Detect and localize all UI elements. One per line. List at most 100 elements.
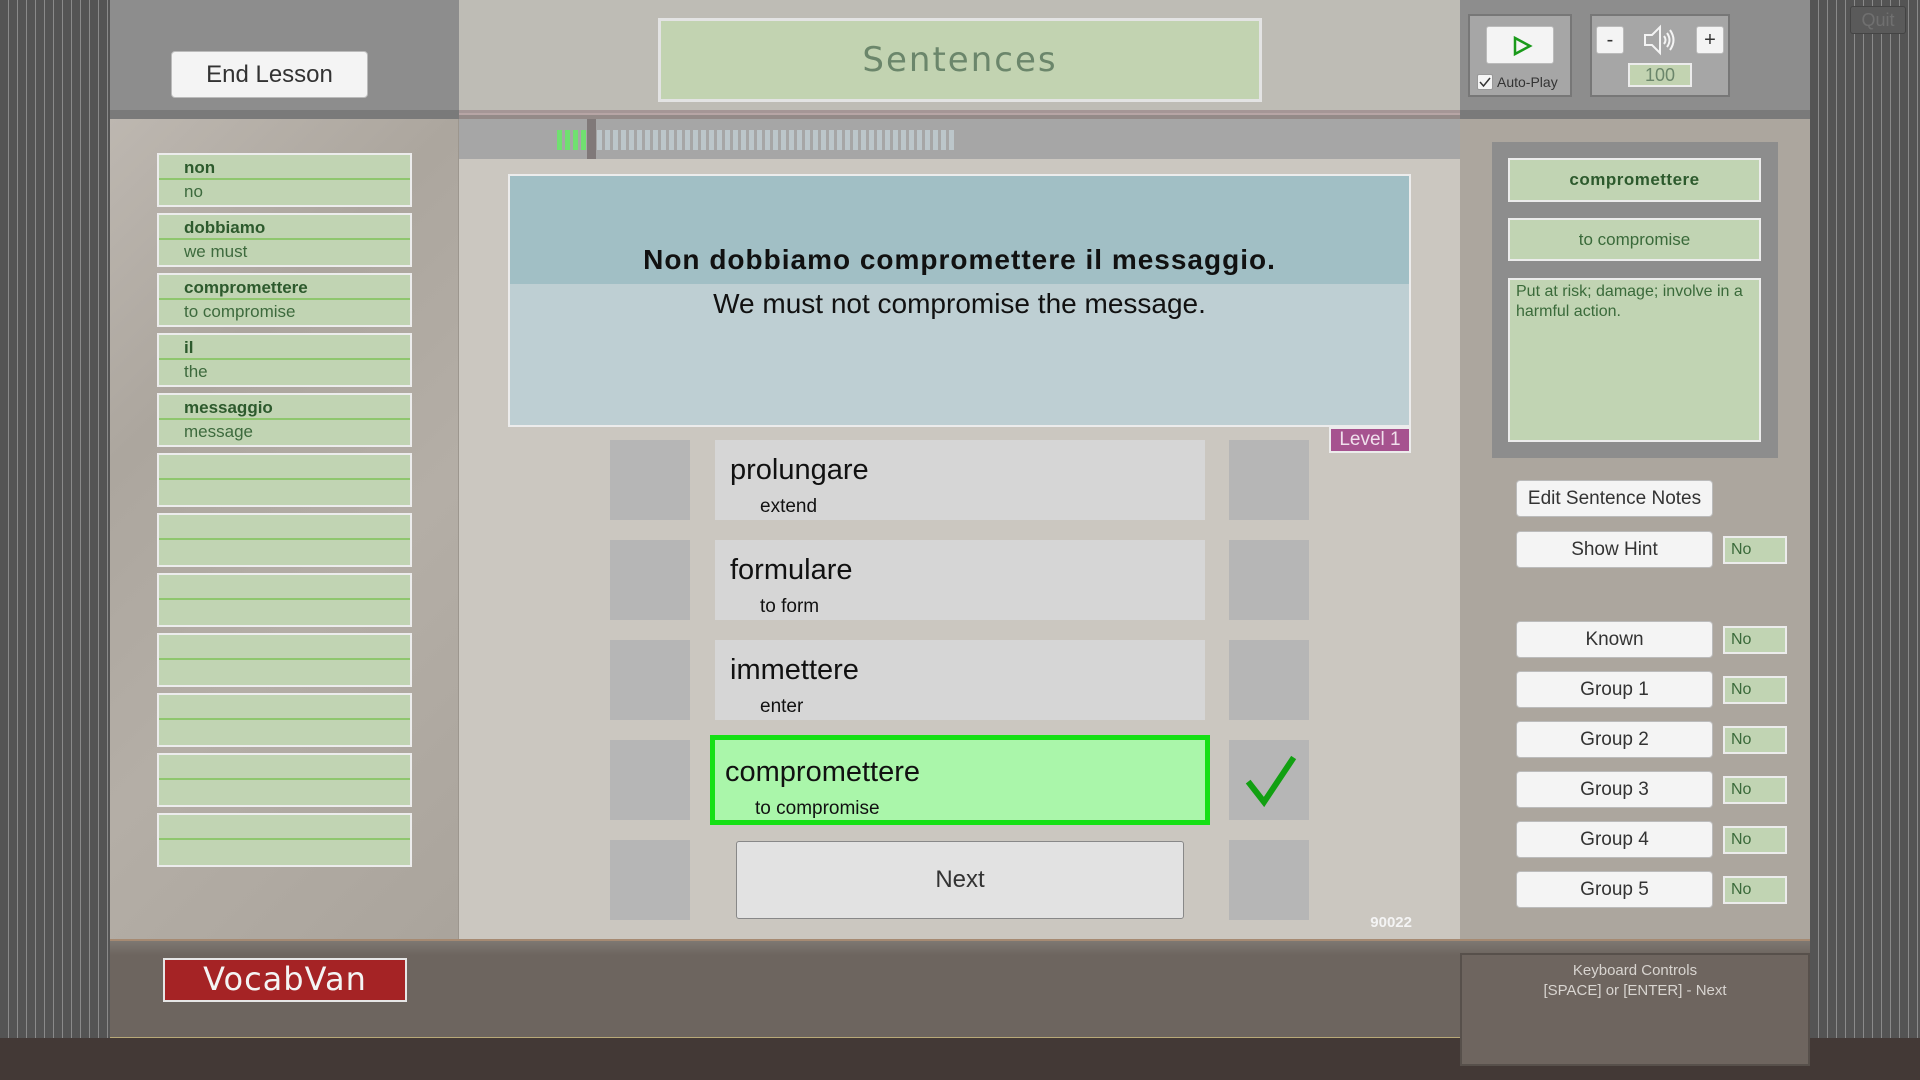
autoplay-checkbox[interactable]	[1477, 74, 1493, 90]
volume-value: 100	[1628, 63, 1692, 87]
app-logo: VocabVan	[163, 958, 407, 1002]
sentence-id: 90022	[1370, 914, 1412, 931]
option-word: immettere	[730, 654, 859, 686]
progress-segment	[653, 130, 658, 150]
progress-segment	[813, 130, 818, 150]
word-text	[159, 575, 410, 600]
selected-word-translation: to compromise	[1508, 218, 1761, 261]
selected-word: compromettere	[1508, 158, 1761, 202]
flag-value: No	[1723, 826, 1787, 854]
word-translation	[159, 840, 410, 863]
flag-button[interactable]: Known	[1516, 621, 1713, 658]
sentence-word-card[interactable]: compromettere to compromise	[157, 273, 412, 327]
progress-segment	[605, 130, 610, 150]
progress-segment	[877, 130, 882, 150]
progress-segment	[845, 130, 850, 150]
progress-segment	[805, 130, 810, 150]
word-text: messaggio	[159, 395, 410, 420]
answer-option[interactable]: immettere enter	[715, 640, 1205, 720]
option-translation: enter	[760, 696, 804, 717]
progress-segment-done	[573, 130, 578, 150]
end-lesson-button[interactable]: End Lesson	[171, 51, 368, 98]
word-text	[159, 515, 410, 540]
option-translation: extend	[760, 496, 818, 517]
left-decorative-strip	[0, 0, 110, 1038]
sentence-word-card[interactable]	[157, 813, 412, 867]
left-slot	[610, 840, 690, 920]
checkmark-icon	[1245, 755, 1297, 808]
sentence-word-card[interactable]: dobbiamo we must	[157, 213, 412, 267]
sentence-word-card[interactable]	[157, 753, 412, 807]
progress-segment	[949, 130, 954, 150]
flag-button[interactable]: Group 4	[1516, 821, 1713, 858]
word-translation: no	[184, 182, 203, 201]
flag-button[interactable]: Group 5	[1516, 871, 1713, 908]
left-slot	[610, 740, 690, 820]
option-translation: to compromise	[755, 798, 880, 819]
edit-sentence-notes-button[interactable]: Edit Sentence Notes	[1516, 480, 1713, 517]
check-icon	[1479, 77, 1491, 88]
volume-down-button[interactable]: -	[1596, 26, 1624, 54]
progress-segment	[837, 130, 842, 150]
progress-segment	[669, 130, 674, 150]
answer-option[interactable]: formulare to form	[715, 540, 1205, 620]
progress-segment	[773, 130, 778, 150]
progress-segment	[621, 130, 626, 150]
progress-segment	[781, 130, 786, 150]
word-translation: message	[184, 422, 253, 441]
word-translation	[159, 660, 410, 683]
quit-button[interactable]: Quit	[1850, 6, 1906, 34]
progress-segment	[869, 130, 874, 150]
flag-value: No	[1723, 726, 1787, 754]
footer-line	[110, 1037, 1460, 1038]
sentence-word-card[interactable]: messaggio message	[157, 393, 412, 447]
left-slot	[610, 640, 690, 720]
flag-button[interactable]: Group 1	[1516, 671, 1713, 708]
progress-segment	[741, 130, 746, 150]
answer-option[interactable]: compromettere to compromise	[710, 735, 1210, 825]
sentence-word-card[interactable]: il the	[157, 333, 412, 387]
sentence-word-card[interactable]	[157, 693, 412, 747]
progress-segment	[629, 130, 634, 150]
option-word: prolungare	[730, 454, 869, 486]
sentence-word-card[interactable]	[157, 453, 412, 507]
progress-segment	[645, 130, 650, 150]
flag-button[interactable]: Group 2	[1516, 721, 1713, 758]
word-translation: the	[184, 362, 208, 381]
sentence-word-card[interactable]	[157, 513, 412, 567]
answer-option[interactable]: prolungare extend	[715, 440, 1205, 520]
keyboard-controls-title: Keyboard Controls	[1572, 962, 1698, 979]
progress-segment	[909, 130, 914, 150]
next-button[interactable]: Next	[736, 841, 1184, 919]
sentence-italian: Non dobbiamo compromettere il messaggio.	[643, 244, 1276, 275]
lesson-progress-bar	[557, 130, 954, 150]
volume-up-button[interactable]: +	[1696, 26, 1724, 54]
progress-segment	[693, 130, 698, 150]
progress-segment	[661, 130, 666, 150]
progress-segment	[933, 130, 938, 150]
word-text	[159, 755, 410, 780]
play-button[interactable]	[1486, 26, 1554, 64]
show-hint-button[interactable]: Show Hint	[1516, 531, 1713, 568]
progress-segment	[853, 130, 858, 150]
flag-value: No	[1723, 626, 1787, 654]
word-translation	[159, 720, 410, 743]
progress-segment	[829, 130, 834, 150]
word-translation	[159, 600, 410, 623]
option-word: formulare	[730, 554, 853, 586]
progress-marker	[587, 119, 596, 159]
word-text: non	[159, 155, 410, 180]
progress-segment	[701, 130, 706, 150]
autoplay-label: Auto-Play	[1497, 74, 1558, 90]
sentence-word-card[interactable]	[157, 573, 412, 627]
sentence-word-card[interactable]	[157, 633, 412, 687]
progress-segment	[789, 130, 794, 150]
left-header-divider	[110, 110, 459, 119]
flag-value: No	[1723, 776, 1787, 804]
header-divider	[459, 110, 1460, 119]
sentence-word-card[interactable]: non no	[157, 153, 412, 207]
word-text	[159, 815, 410, 840]
flag-button[interactable]: Group 3	[1516, 771, 1713, 808]
right-slot	[1229, 840, 1309, 920]
word-text: compromettere	[159, 275, 410, 300]
